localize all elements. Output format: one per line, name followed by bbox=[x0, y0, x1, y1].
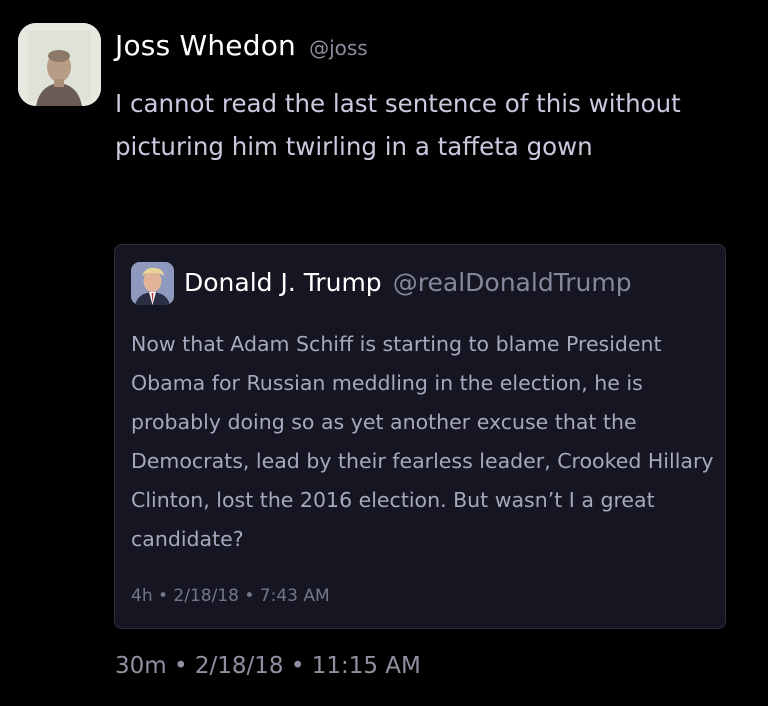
quoted-tweet-timestamp: 4h • 2/18/18 • 7:43 AM bbox=[131, 586, 330, 606]
quoted-author-avatar[interactable] bbox=[131, 262, 174, 305]
quoted-tweet-header: Donald J. Trump @realDonaldTrump bbox=[184, 263, 632, 306]
author-name[interactable]: Joss Whedon bbox=[115, 29, 296, 62]
author-avatar[interactable] bbox=[18, 23, 101, 106]
quoted-tweet-text: Now that Adam Schiff is starting to blam… bbox=[131, 332, 714, 551]
tweet-timestamp: 30m • 2/18/18 • 11:15 AM bbox=[115, 653, 421, 679]
quoted-tweet[interactable]: Donald J. Trump @realDonaldTrump Now tha… bbox=[114, 244, 726, 629]
tweet[interactable]: Joss Whedon @joss I cannot read the last… bbox=[0, 0, 768, 706]
author-handle[interactable]: @joss bbox=[309, 36, 368, 60]
tweet-header: Joss Whedon @joss bbox=[115, 26, 368, 70]
tweet-text: I cannot read the last sentence of this … bbox=[115, 89, 681, 161]
quoted-author-name[interactable]: Donald J. Trump bbox=[184, 268, 382, 297]
quoted-author-handle[interactable]: @realDonaldTrump bbox=[393, 268, 632, 297]
